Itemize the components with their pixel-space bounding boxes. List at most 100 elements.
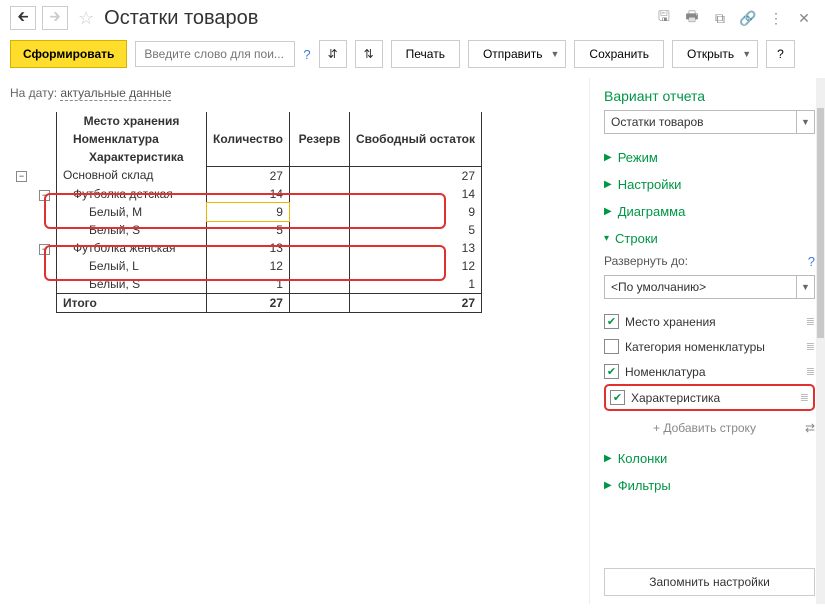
grouping-row[interactable]: Категория номенклатуры ≣ xyxy=(604,334,815,359)
send-button[interactable]: Отправить▼ xyxy=(468,40,566,68)
shuffle-icon[interactable]: ⇄ xyxy=(805,421,815,435)
grouping-label: Категория номенклатуры xyxy=(625,340,765,354)
total-cell xyxy=(289,293,349,312)
help-icon[interactable]: ? xyxy=(808,254,815,269)
cell[interactable] xyxy=(289,166,349,185)
help-icon[interactable]: ? xyxy=(303,47,310,62)
remember-settings-button[interactable]: Запомнить настройки xyxy=(604,568,815,596)
row-name[interactable]: Белый, L xyxy=(57,257,207,275)
chevron-down-icon[interactable]: ▼ xyxy=(796,111,814,133)
checkbox[interactable]: ✔ xyxy=(610,390,625,405)
total-cell xyxy=(33,293,57,312)
generate-button[interactable]: Сформировать xyxy=(10,40,127,68)
drag-icon[interactable]: ≣ xyxy=(800,391,809,404)
cell[interactable] xyxy=(289,185,349,203)
expand-value: <По умолчанию> xyxy=(605,276,796,298)
search-input[interactable] xyxy=(135,41,295,67)
date-label: На дату: xyxy=(10,86,57,100)
cell[interactable]: 5 xyxy=(207,221,290,239)
chevron-down-icon: ▾ xyxy=(604,233,609,244)
checkbox[interactable]: ✔ xyxy=(604,314,619,329)
save-button[interactable]: Сохранить xyxy=(574,40,664,68)
row-name[interactable]: Белый, M xyxy=(57,203,207,221)
row-name[interactable]: Футболка женская xyxy=(57,239,207,257)
total-cell: 27 xyxy=(349,293,481,312)
cell[interactable]: 27 xyxy=(207,166,290,185)
panel-title: Вариант отчета xyxy=(604,88,815,104)
cell[interactable]: 1 xyxy=(207,275,290,294)
grouping-row[interactable]: ✔Характеристика≣ xyxy=(604,384,815,411)
print-button[interactable]: Печать xyxy=(391,40,460,68)
expand-combo[interactable]: <По умолчанию> ▼ xyxy=(604,275,815,299)
variant-combo[interactable]: Остатки товаров ▼ xyxy=(604,110,815,134)
total-cell: Итого xyxy=(57,293,207,312)
grouping-row[interactable]: ✔Место хранения≣ xyxy=(604,309,815,334)
drag-icon[interactable]: ≣ xyxy=(806,340,815,353)
toolbar-help-button[interactable]: ? xyxy=(766,40,795,68)
checkbox[interactable] xyxy=(604,339,619,354)
expand-all-icon[interactable]: ⇵ xyxy=(319,40,347,68)
report-table: Место хранения Количество Резерв Свободн… xyxy=(10,112,482,313)
kebab-icon[interactable]: ⋮ xyxy=(765,7,787,29)
row-name[interactable]: Футболка детская xyxy=(57,185,207,203)
chevron-right-icon: ▶ xyxy=(604,480,612,491)
save-disk-icon[interactable]: 🖫 xyxy=(653,7,675,29)
drag-icon[interactable]: ≣ xyxy=(806,365,815,378)
chevron-right-icon: ▶ xyxy=(604,453,612,464)
cell[interactable]: 13 xyxy=(207,239,290,257)
page-title: Остатки товаров xyxy=(104,7,647,30)
drag-icon[interactable]: ≣ xyxy=(806,315,815,328)
nav-back-button[interactable]: 🡰 xyxy=(10,6,36,30)
cell[interactable]: 9 xyxy=(349,203,481,221)
open-button[interactable]: Открыть▼ xyxy=(672,40,758,68)
section-chart[interactable]: ▶Диаграмма xyxy=(604,198,815,225)
link-icon[interactable]: 🔗 xyxy=(737,7,759,29)
section-mode[interactable]: ▶Режим xyxy=(604,144,815,171)
chevron-down-icon: ▼ xyxy=(550,49,559,59)
section-columns[interactable]: ▶Колонки xyxy=(604,445,815,472)
cell[interactable]: 14 xyxy=(349,185,481,203)
grouping-label: Номенклатура xyxy=(625,365,706,379)
cell[interactable] xyxy=(289,203,349,221)
cell[interactable]: 12 xyxy=(207,257,290,275)
cell[interactable] xyxy=(289,239,349,257)
cell[interactable]: 14 xyxy=(207,185,290,203)
checkbox[interactable]: ✔ xyxy=(604,364,619,379)
row-name[interactable]: Белый, S xyxy=(57,221,207,239)
tree-collapse-icon[interactable]: − xyxy=(39,244,50,255)
section-filters[interactable]: ▶Фильтры xyxy=(604,472,815,499)
scrollbar-thumb[interactable] xyxy=(817,108,824,338)
date-value-link[interactable]: актуальные данные xyxy=(60,86,171,101)
cell[interactable]: 5 xyxy=(349,221,481,239)
add-row-link[interactable]: + Добавить строку⇄ xyxy=(604,411,815,445)
cell[interactable]: 27 xyxy=(349,166,481,185)
tree-collapse-icon[interactable]: − xyxy=(16,171,27,182)
col-free: Свободный остаток xyxy=(349,112,481,166)
cell[interactable] xyxy=(289,275,349,294)
chevron-down-icon[interactable]: ▼ xyxy=(796,276,814,298)
cell[interactable]: 1 xyxy=(349,275,481,294)
collapse-all-icon[interactable]: ⇅ xyxy=(355,40,383,68)
preview-icon[interactable]: ⧉ xyxy=(709,7,731,29)
col-storage: Место хранения xyxy=(57,112,207,130)
col-qty: Количество xyxy=(207,112,290,166)
close-icon[interactable]: ✕ xyxy=(793,7,815,29)
section-settings[interactable]: ▶Настройки xyxy=(604,171,815,198)
cell[interactable] xyxy=(289,221,349,239)
scrollbar[interactable] xyxy=(816,78,825,604)
star-icon[interactable]: ☆ xyxy=(74,8,98,29)
chevron-right-icon: ▶ xyxy=(604,206,612,217)
cell[interactable]: 13 xyxy=(349,239,481,257)
row-name[interactable]: Основной склад xyxy=(57,166,207,185)
col-nomenclature: Номенклатура xyxy=(57,130,207,148)
row-name[interactable]: Белый, S xyxy=(57,275,207,294)
print-icon[interactable]: 🖶 xyxy=(681,7,703,29)
section-rows[interactable]: ▾Строки xyxy=(604,225,815,252)
settings-panel: Вариант отчета Остатки товаров ▼ ▶Режим … xyxy=(589,78,825,604)
grouping-row[interactable]: ✔ Номенклатура ≣ xyxy=(604,359,815,384)
tree-collapse-icon[interactable]: − xyxy=(39,190,50,201)
nav-forward-button[interactable]: 🡲 xyxy=(42,6,68,30)
cell[interactable]: 9 xyxy=(207,203,290,221)
cell[interactable] xyxy=(289,257,349,275)
cell[interactable]: 12 xyxy=(349,257,481,275)
